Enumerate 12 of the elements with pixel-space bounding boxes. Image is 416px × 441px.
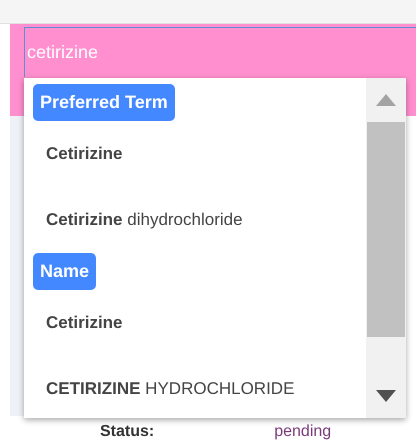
scroll-down-icon[interactable] (376, 390, 396, 402)
scroll-up-icon[interactable] (376, 94, 396, 106)
suggestion-item[interactable]: Cetirizine (33, 121, 366, 187)
scrollbar-thumb[interactable] (367, 122, 405, 337)
group-badge: Name (33, 253, 96, 290)
suggestion-item[interactable]: CETIRIZINE HYDROCHLORIDE (33, 356, 366, 422)
suggestion-item[interactable]: Cetirizine (33, 290, 366, 356)
status-label: Status: (100, 422, 154, 441)
status-value: pending (274, 422, 332, 441)
group-badge: Preferred Term (33, 84, 175, 121)
scrollbar[interactable] (366, 78, 406, 418)
suggestion-item[interactable]: Cetirizine dihydrochloride (33, 187, 366, 253)
